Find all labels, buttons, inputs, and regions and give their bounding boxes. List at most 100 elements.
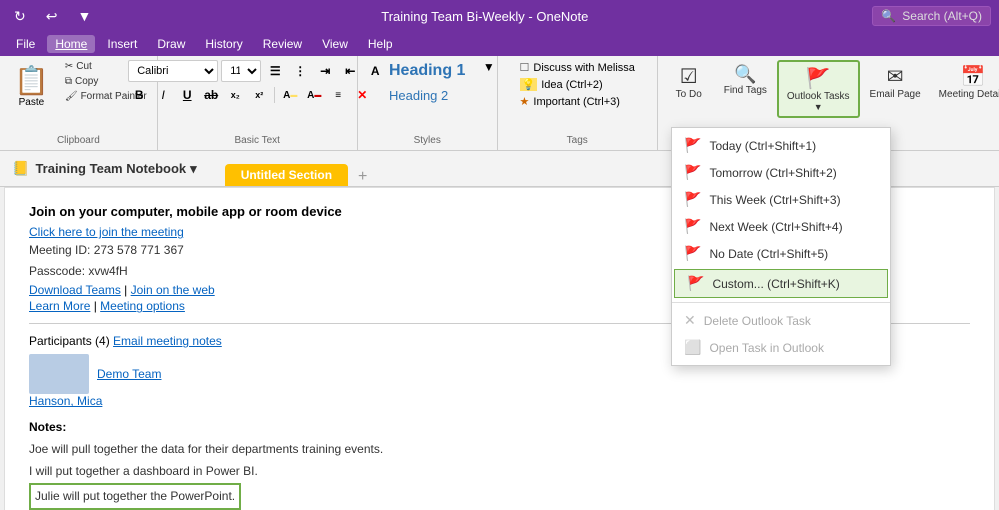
dropdown-separator (672, 302, 890, 303)
cut-icon: ✂ (65, 61, 73, 72)
today-flag-icon: 🚩 (684, 137, 701, 154)
note1-line: Joe will pull together the data for thei… (29, 440, 970, 459)
highlight-button[interactable]: A▬ (279, 85, 301, 105)
find-tags-button[interactable]: 🔍 Find Tags (716, 60, 775, 100)
indent-increase-button[interactable]: ⇥ (314, 61, 336, 81)
section-tab[interactable]: Untitled Section (225, 164, 348, 186)
tags-content: ☐ Discuss with Melissa 💡 Idea (Ctrl+2) ★… (516, 60, 639, 131)
undo-button[interactable]: ↩ (40, 6, 64, 27)
menu-review[interactable]: Review (255, 35, 310, 53)
strikethrough-button[interactable]: ab (200, 85, 222, 105)
find-tags-label: Find Tags (724, 85, 767, 96)
numberedlist-button[interactable]: ⋮ (289, 61, 311, 81)
styles-section: Heading 1 Heading 2 Styles ▼ (358, 56, 498, 150)
tags-label: Tags (567, 135, 588, 146)
font-color-button[interactable]: A▬ (303, 85, 325, 105)
todo-button[interactable]: ☑ To Do (664, 60, 714, 104)
font-size-select[interactable]: 11 (221, 60, 261, 82)
format-row: B I U ab x₂ x² A▬ A▬ ≡ ✕ (128, 85, 373, 105)
email-notes-link[interactable]: Email meeting notes (113, 334, 222, 348)
tag-important[interactable]: ★ Important (Ctrl+3) (516, 94, 624, 109)
paste-label: Paste (19, 97, 45, 108)
tag-idea[interactable]: 💡 Idea (Ctrl+2) (516, 77, 607, 92)
nodate-flag-icon: 🚩 (684, 245, 701, 262)
tomorrow-flag-icon: 🚩 (684, 164, 701, 181)
title-bar-left: ↻ ↩ ▼ (8, 6, 97, 27)
dropdown-today[interactable]: 🚩 Today (Ctrl+Shift+1) (672, 132, 890, 159)
note3-line: Julie will put together the PowerPoint. (29, 483, 970, 510)
menu-file[interactable]: File (8, 35, 43, 53)
menu-view[interactable]: View (314, 35, 356, 53)
basic-text-label: Basic Text (235, 135, 280, 146)
superscript-button[interactable]: x² (248, 85, 270, 105)
meeting-options-link[interactable]: Meeting options (100, 299, 185, 313)
tomorrow-label: Tomorrow (Ctrl+Shift+2) (709, 166, 836, 180)
note2-line: I will put together a dashboard in Power… (29, 462, 970, 481)
download-teams-link[interactable]: Download Teams (29, 283, 121, 297)
heading2-style[interactable]: Heading 2 (381, 86, 456, 105)
todo-icon: ☑ (680, 64, 698, 89)
list-button[interactable]: ☰ (264, 61, 286, 81)
notebook-dropdown-icon: ▾ (190, 161, 197, 177)
menu-history[interactable]: History (197, 35, 250, 53)
title-bar-title: Training Team Bi-Weekly - OneNote (97, 9, 872, 24)
back-button[interactable]: ↻ (8, 6, 32, 27)
menu-home[interactable]: Home (47, 35, 95, 53)
notebook-name[interactable]: Training Team Notebook ▾ (35, 161, 196, 177)
join-link[interactable]: Click here to join the meeting (29, 225, 184, 239)
styles-expand-button[interactable]: ▼ (483, 60, 495, 74)
participant2-line: Hanson, Mica (29, 394, 970, 408)
custom-label: Custom... (Ctrl+Shift+K) (712, 277, 839, 291)
join-web-link[interactable]: Join on the web (131, 283, 215, 297)
styles-label: Styles (414, 135, 441, 146)
dropdown-tomorrow[interactable]: 🚩 Tomorrow (Ctrl+Shift+2) (672, 159, 890, 186)
format-painter-icon: 🖌 (65, 91, 78, 102)
font-row: Calibri 11 ☰ ⋮ ⇥ ⇤ A (128, 60, 386, 82)
dropdown-custom[interactable]: 🚩 Custom... (Ctrl+Shift+K) (674, 269, 888, 298)
heading1-style[interactable]: Heading 1 (381, 60, 473, 82)
passcode-value: xvw4fH (88, 264, 127, 278)
meeting-id-value: 273 578 771 367 (94, 243, 184, 257)
open-icon: ⬜ (684, 339, 701, 356)
clipboard-label: Clipboard (57, 135, 100, 146)
dropdown-open: ⬜ Open Task in Outlook (672, 334, 890, 361)
email-page-button[interactable]: ✉ Email Page (862, 60, 929, 104)
dropdown-nextweek[interactable]: 🚩 Next Week (Ctrl+Shift+4) (672, 213, 890, 240)
nextweek-flag-icon: 🚩 (684, 218, 701, 235)
bold-button[interactable]: B (128, 85, 150, 105)
menu-draw[interactable]: Draw (149, 35, 193, 53)
email-page-icon: ✉ (887, 64, 904, 89)
font-family-select[interactable]: Calibri (128, 60, 218, 82)
menu-help[interactable]: Help (360, 35, 401, 53)
nodate-label: No Date (Ctrl+Shift+5) (709, 247, 828, 261)
italic-button[interactable]: I (152, 85, 174, 105)
menu-bar: File Home Insert Draw History Review Vie… (0, 32, 999, 56)
menu-insert[interactable]: Insert (99, 35, 145, 53)
outlook-tasks-button[interactable]: 🚩 Outlook Tasks ▼ (777, 60, 860, 118)
outlook-tasks-dropdown: 🚩 Today (Ctrl+Shift+1) 🚩 Tomorrow (Ctrl+… (671, 127, 891, 366)
learn-more-link[interactable]: Learn More (29, 299, 90, 313)
dropdown-thisweek[interactable]: 🚩 This Week (Ctrl+Shift+3) (672, 186, 890, 213)
passcode-label: Passcode: (29, 264, 88, 278)
todo-label: To Do (676, 89, 702, 100)
important-icon: ★ (520, 95, 530, 108)
participant1-link[interactable]: Demo Team (97, 367, 161, 381)
dropdown-nodate[interactable]: 🚩 No Date (Ctrl+Shift+5) (672, 240, 890, 267)
tags-section: ☐ Discuss with Melissa 💡 Idea (Ctrl+2) ★… (498, 56, 658, 150)
underline-button[interactable]: U (176, 85, 198, 105)
subscript-button[interactable]: x₂ (224, 85, 246, 105)
meeting-details-button[interactable]: 📅 Meeting Details (931, 60, 999, 104)
important-label: Important (Ctrl+3) (533, 96, 620, 108)
participant2-link[interactable]: Hanson, Mica (29, 394, 102, 408)
quick-access-button[interactable]: ▼ (71, 6, 97, 26)
tag-discuss[interactable]: ☐ Discuss with Melissa (516, 60, 639, 75)
title-bar: ↻ ↩ ▼ Training Team Bi-Weekly - OneNote … (0, 0, 999, 32)
align-button[interactable]: ≡ (327, 85, 349, 105)
add-section-button[interactable]: + (354, 168, 371, 186)
search-box[interactable]: 🔍 Search (Alt+Q) (872, 6, 991, 26)
basic-text-section: Calibri 11 ☰ ⋮ ⇥ ⇤ A B I U ab x₂ x² A▬ (158, 56, 358, 150)
paste-button[interactable]: 📋 Paste (6, 60, 57, 112)
meeting-details-label: Meeting Details (939, 89, 999, 100)
search-placeholder: Search (Alt+Q) (902, 9, 982, 23)
nextweek-label: Next Week (Ctrl+Shift+4) (709, 220, 842, 234)
